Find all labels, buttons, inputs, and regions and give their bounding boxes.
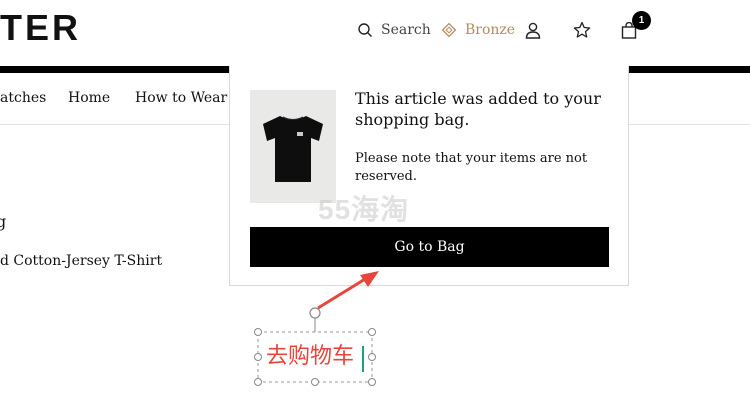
annotation-text[interactable]: 去购物车 (266, 342, 354, 372)
text-caret (362, 346, 364, 372)
star-icon (573, 21, 591, 38)
wishlist-button[interactable] (573, 16, 591, 44)
resize-handle (254, 328, 262, 336)
nav-item-how-to-wear-it[interactable]: How to Wear It (135, 86, 243, 110)
resize-handle (368, 378, 376, 386)
resize-handle (368, 353, 376, 361)
rotate-handle (309, 307, 321, 319)
brand-logo[interactable]: TER (0, 6, 81, 50)
diamond-icon (441, 22, 457, 38)
search-icon (358, 23, 372, 37)
added-message: This article was added to your shopping … (355, 89, 601, 129)
go-to-bag-button[interactable]: Go to Bag (250, 227, 609, 267)
account-button[interactable] (525, 16, 541, 44)
resize-handle (254, 378, 262, 386)
person-icon (525, 22, 541, 39)
shopping-bag-button[interactable]: 1 (621, 11, 651, 44)
search-button[interactable]: Search (357, 16, 431, 44)
added-to-bag-popover: This article was added to your shopping … (229, 66, 629, 286)
resize-handle (311, 378, 319, 386)
nav-item-watches[interactable]: atches (0, 86, 46, 110)
bronze-label: Bronze (465, 22, 516, 38)
nav-item-home[interactable]: Home (68, 86, 110, 110)
product-brand-fragment: g (0, 212, 7, 231)
product-thumbnail[interactable] (250, 90, 336, 203)
search-label: Search (381, 22, 431, 38)
product-name[interactable]: d Cotton-Jersey T-Shirt (0, 253, 162, 269)
bag-count-badge: 1 (632, 11, 651, 30)
not-reserved-note: Please note that your items are not rese… (355, 151, 588, 184)
header-actions: Search Bronze 1 (355, 11, 750, 44)
bronze-tier-link[interactable]: Bronze (441, 16, 515, 44)
tshirt-image (263, 116, 323, 182)
watermark: 55海淘 (318, 194, 410, 225)
resize-handle (254, 353, 262, 361)
resize-handle (368, 328, 376, 336)
